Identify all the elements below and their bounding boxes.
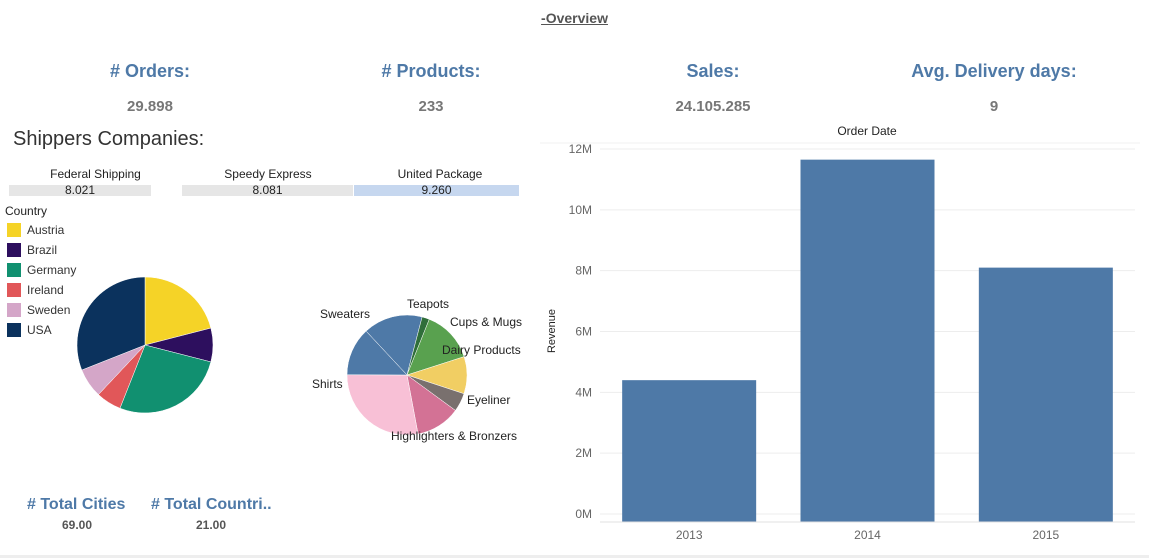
legend-item-brazil[interactable]: Brazil	[7, 240, 76, 260]
y-tick-label: 4M	[575, 385, 592, 399]
x-tick-label: 2015	[1032, 528, 1059, 542]
delivery-kpi-value: 9	[989, 98, 999, 115]
legend-label: Ireland	[27, 283, 64, 297]
shipper-bar-united[interactable]: 9.260	[354, 184, 519, 196]
legend-label: Austria	[27, 223, 65, 237]
shippers-title: Shippers Companies:	[13, 128, 205, 150]
legend-item-austria[interactable]: Austria	[7, 220, 76, 240]
country-pie-chart[interactable]	[60, 263, 230, 433]
products-kpi-value: 233	[418, 98, 444, 115]
pie-slice-shirts[interactable]	[346, 374, 419, 436]
pie-label-sweaters: Sweaters	[320, 307, 370, 321]
y-tick-label: 6M	[575, 325, 592, 339]
product-pie-chart[interactable]: TeapotsCups & Mugs Dairy Products Eyeliner…	[295, 280, 545, 455]
shipper-bar-federal[interactable]: 8.021	[9, 184, 151, 196]
pie-label-highlighters-bronzers: Highlighters & Bronzers	[391, 429, 517, 443]
pie-label-teapots: Teapots	[407, 297, 449, 311]
y-axis-label: Revenue	[546, 309, 558, 353]
legend-swatch	[7, 323, 21, 337]
country-legend-title: Country	[5, 204, 48, 218]
legend-swatch	[7, 243, 21, 257]
shipper-name-speedy: Speedy Express	[224, 167, 312, 181]
legend-swatch	[7, 263, 21, 277]
shipper-name-united: United Package	[397, 167, 483, 181]
legend-label: USA	[27, 323, 52, 337]
y-tick-label: 12M	[569, 142, 592, 156]
shipper-name-federal: Federal Shipping	[50, 167, 141, 181]
sales-kpi-label: Sales:	[686, 61, 740, 81]
x-tick-label: 2013	[676, 528, 703, 542]
total-countries-label: # Total Countri..	[151, 496, 272, 513]
shipper-bar-speedy[interactable]: 8.081	[182, 184, 353, 196]
pie-label-dairy-products: Dairy Products	[442, 343, 521, 357]
y-tick-label: 8M	[575, 264, 592, 278]
legend-label: Brazil	[27, 243, 58, 257]
pie-label-shirts: Shirts	[312, 377, 343, 391]
products-kpi-label: # Products:	[381, 61, 481, 81]
revenue-bar-chart[interactable]: Order Date 0M 2M 4M 6M 8M 10M 12M Revenue 2013 201…	[540, 120, 1140, 550]
bar-2015[interactable]	[978, 267, 1113, 522]
y-tick-label: 2M	[575, 446, 592, 460]
page-title[interactable]: -Overview	[0, 10, 1149, 26]
pie-label-eyeliner: Eyeliner	[467, 393, 510, 407]
orders-kpi-value: 29.898	[127, 98, 173, 115]
bar-2014[interactable]	[800, 159, 935, 523]
x-tick-label: 2014	[854, 528, 881, 542]
total-countries-value: 21.00	[195, 518, 227, 532]
pie-label-cups-mugs: Cups & Mugs	[450, 315, 522, 329]
chart-title: Order Date	[837, 124, 897, 138]
legend-swatch	[7, 283, 21, 297]
orders-kpi-label: # Orders:	[109, 61, 191, 81]
legend-swatch	[7, 223, 21, 237]
total-cities-label: # Total Cities	[27, 496, 126, 513]
legend-swatch	[7, 303, 21, 317]
bar-2013[interactable]	[622, 380, 757, 522]
y-tick-label: 10M	[569, 203, 592, 217]
total-cities-value: 69.00	[61, 518, 93, 532]
delivery-kpi-label: Avg. Delivery days:	[911, 61, 1077, 81]
sales-kpi-value: 24.105.285	[675, 98, 751, 115]
y-tick-label: 0M	[575, 507, 592, 521]
